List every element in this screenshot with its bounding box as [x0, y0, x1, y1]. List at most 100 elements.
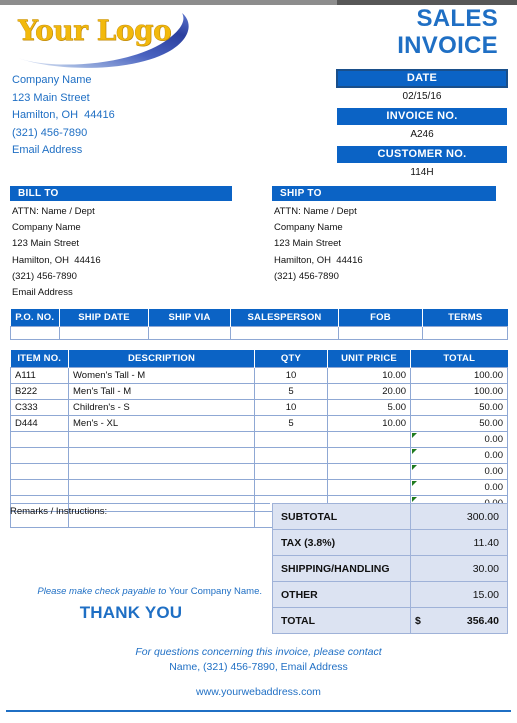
- ship-to-line: (321) 456-7890: [274, 270, 339, 282]
- cell-total-value: 50.00: [479, 417, 503, 429]
- items-col-total: TOTAL: [410, 350, 508, 367]
- cell-qty[interactable]: 10: [254, 366, 328, 384]
- invoice-no-value[interactable]: A246: [337, 125, 507, 144]
- bill-to-line: Hamilton, OH 44416: [12, 254, 101, 266]
- po-cell-salesperson[interactable]: [230, 325, 339, 340]
- cell-unit-price[interactable]: [327, 478, 411, 496]
- totals-value-cell[interactable]: $356.40: [410, 607, 508, 634]
- cell-qty[interactable]: [254, 446, 328, 464]
- bill-to-line: Email Address: [12, 287, 73, 299]
- cell-total-value: 0.00: [484, 481, 504, 493]
- po-cell-fob[interactable]: [338, 325, 423, 340]
- totals-row: OTHER 15.00: [272, 581, 508, 608]
- po-cell-ship-date[interactable]: [59, 325, 149, 340]
- company-address: Company Name 123 Main Street Hamilton, O…: [12, 72, 115, 160]
- cell-unit-price[interactable]: 10.00: [327, 366, 411, 384]
- cell-total[interactable]: 100.00: [410, 366, 508, 384]
- totals-value-cell[interactable]: 11.40: [410, 529, 508, 556]
- cell-total[interactable]: 50.00: [410, 398, 508, 416]
- company-line: Email Address: [12, 144, 83, 156]
- cell-description[interactable]: Men's Tall - M: [68, 382, 255, 400]
- cell-item-no[interactable]: [10, 430, 69, 448]
- totals-amount: 356.40: [466, 614, 499, 627]
- ship-to-address: ATTN: Name / Dept Company Name 123 Main …: [274, 204, 363, 285]
- totals-value-cell[interactable]: 30.00: [410, 555, 508, 582]
- remarks-box[interactable]: [10, 503, 270, 618]
- totals-amount: 30.00: [472, 562, 499, 575]
- ship-to-line: ATTN: Name / Dept: [274, 206, 357, 217]
- po-cell-terms[interactable]: [422, 325, 508, 340]
- totals-value-cell[interactable]: 300.00: [410, 503, 508, 530]
- totals-row: SUBTOTAL 300.00: [272, 503, 508, 530]
- cell-unit-price[interactable]: [327, 446, 411, 464]
- customer-no-value[interactable]: 114H: [337, 163, 507, 182]
- thank-you-text: THANK YOU: [79, 603, 183, 622]
- cell-qty[interactable]: [254, 478, 328, 496]
- cell-qty[interactable]: [254, 430, 328, 448]
- totals-amount: 15.00: [472, 588, 499, 601]
- table-row: 0.00: [10, 430, 508, 448]
- table-row: C333 Children's - S 10 5.00 50.00: [10, 398, 508, 416]
- cell-qty[interactable]: 10: [254, 398, 328, 416]
- items-col-qty: QTY: [254, 350, 328, 367]
- company-line: Hamilton, OH 44416: [12, 109, 115, 121]
- cell-unit-price[interactable]: [327, 462, 411, 480]
- error-flag-icon: [412, 480, 417, 486]
- cell-description[interactable]: Men's - XL: [68, 414, 255, 432]
- po-col-po-no: P.O. NO.: [10, 309, 60, 326]
- date-header-cell[interactable]: DATE: [336, 69, 508, 88]
- company-line: 123 Main Street: [12, 91, 90, 104]
- ship-to-header: SHIP TO: [272, 186, 496, 201]
- cell-item-no[interactable]: [10, 446, 69, 464]
- invoice-no-header-cell[interactable]: INVOICE NO.: [337, 108, 507, 125]
- cell-total[interactable]: 100.00: [410, 382, 508, 400]
- po-cell-ship-via[interactable]: [148, 325, 231, 340]
- customer-no-header-cell[interactable]: CUSTOMER NO.: [337, 146, 507, 163]
- totals-value-cell[interactable]: 15.00: [410, 581, 508, 608]
- po-cell-po-no[interactable]: [10, 325, 60, 340]
- cell-unit-price[interactable]: [327, 430, 411, 448]
- cell-description[interactable]: [68, 478, 255, 496]
- invoice-no-field-block: INVOICE NO. A246: [337, 108, 507, 144]
- cell-description[interactable]: [68, 446, 255, 464]
- company-line: Company Name: [12, 74, 92, 86]
- cell-unit-price[interactable]: 10.00: [327, 414, 411, 432]
- table-row: D444 Men's - XL 5 10.00 50.00: [10, 414, 508, 432]
- cell-description[interactable]: Women's Tall - M: [68, 366, 255, 384]
- cell-item-no[interactable]: A111: [10, 366, 69, 384]
- bill-to-header: BILL TO: [10, 186, 232, 201]
- cell-description[interactable]: Children's - S: [68, 398, 255, 416]
- cell-total[interactable]: 50.00: [410, 414, 508, 432]
- footer-contact-line: For questions concerning this invoice, p…: [135, 646, 382, 658]
- cell-item-no[interactable]: [10, 462, 69, 480]
- logo-text: Your Logo: [18, 14, 172, 47]
- cell-total[interactable]: 0.00: [410, 478, 508, 496]
- cell-qty[interactable]: 5: [254, 414, 328, 432]
- cell-description[interactable]: [68, 430, 255, 448]
- cell-item-no[interactable]: C333: [10, 398, 69, 416]
- footer-divider: [6, 710, 511, 712]
- cell-total[interactable]: 0.00: [410, 462, 508, 480]
- cell-item-no[interactable]: D444: [10, 414, 69, 432]
- cell-description[interactable]: [68, 462, 255, 480]
- totals-table: SUBTOTAL 300.00 TAX (3.8%) 11.40 SHIPPING/HA…: [272, 503, 508, 634]
- items-col-unit-price: UNIT PRICE: [327, 350, 411, 367]
- cell-total-value: 0.00: [484, 433, 504, 445]
- ship-to-line: 123 Main Street: [274, 238, 342, 250]
- items-header-row: ITEM NO. DESCRIPTION QTY UNIT PRICE TOTA…: [10, 350, 508, 367]
- cell-qty[interactable]: 5: [254, 382, 328, 400]
- totals-amount: 300.00: [466, 510, 499, 523]
- footer-website: www.yourwebaddress.com: [196, 686, 321, 698]
- cell-item-no[interactable]: B222: [10, 382, 69, 400]
- cell-qty[interactable]: [254, 462, 328, 480]
- totals-label: SUBTOTAL: [272, 503, 411, 530]
- line-items-table: ITEM NO. DESCRIPTION QTY UNIT PRICE TOTA…: [10, 350, 508, 528]
- date-value[interactable]: 02/15/16: [337, 87, 507, 106]
- bill-to-line: (321) 456-7890: [12, 270, 77, 282]
- cell-unit-price[interactable]: 20.00: [327, 382, 411, 400]
- cell-total[interactable]: 0.00: [410, 446, 508, 464]
- title-line-2: INVOICE: [397, 32, 498, 59]
- cell-total[interactable]: 0.00: [410, 430, 508, 448]
- cell-item-no[interactable]: [10, 478, 69, 496]
- cell-unit-price[interactable]: 5.00: [327, 398, 411, 416]
